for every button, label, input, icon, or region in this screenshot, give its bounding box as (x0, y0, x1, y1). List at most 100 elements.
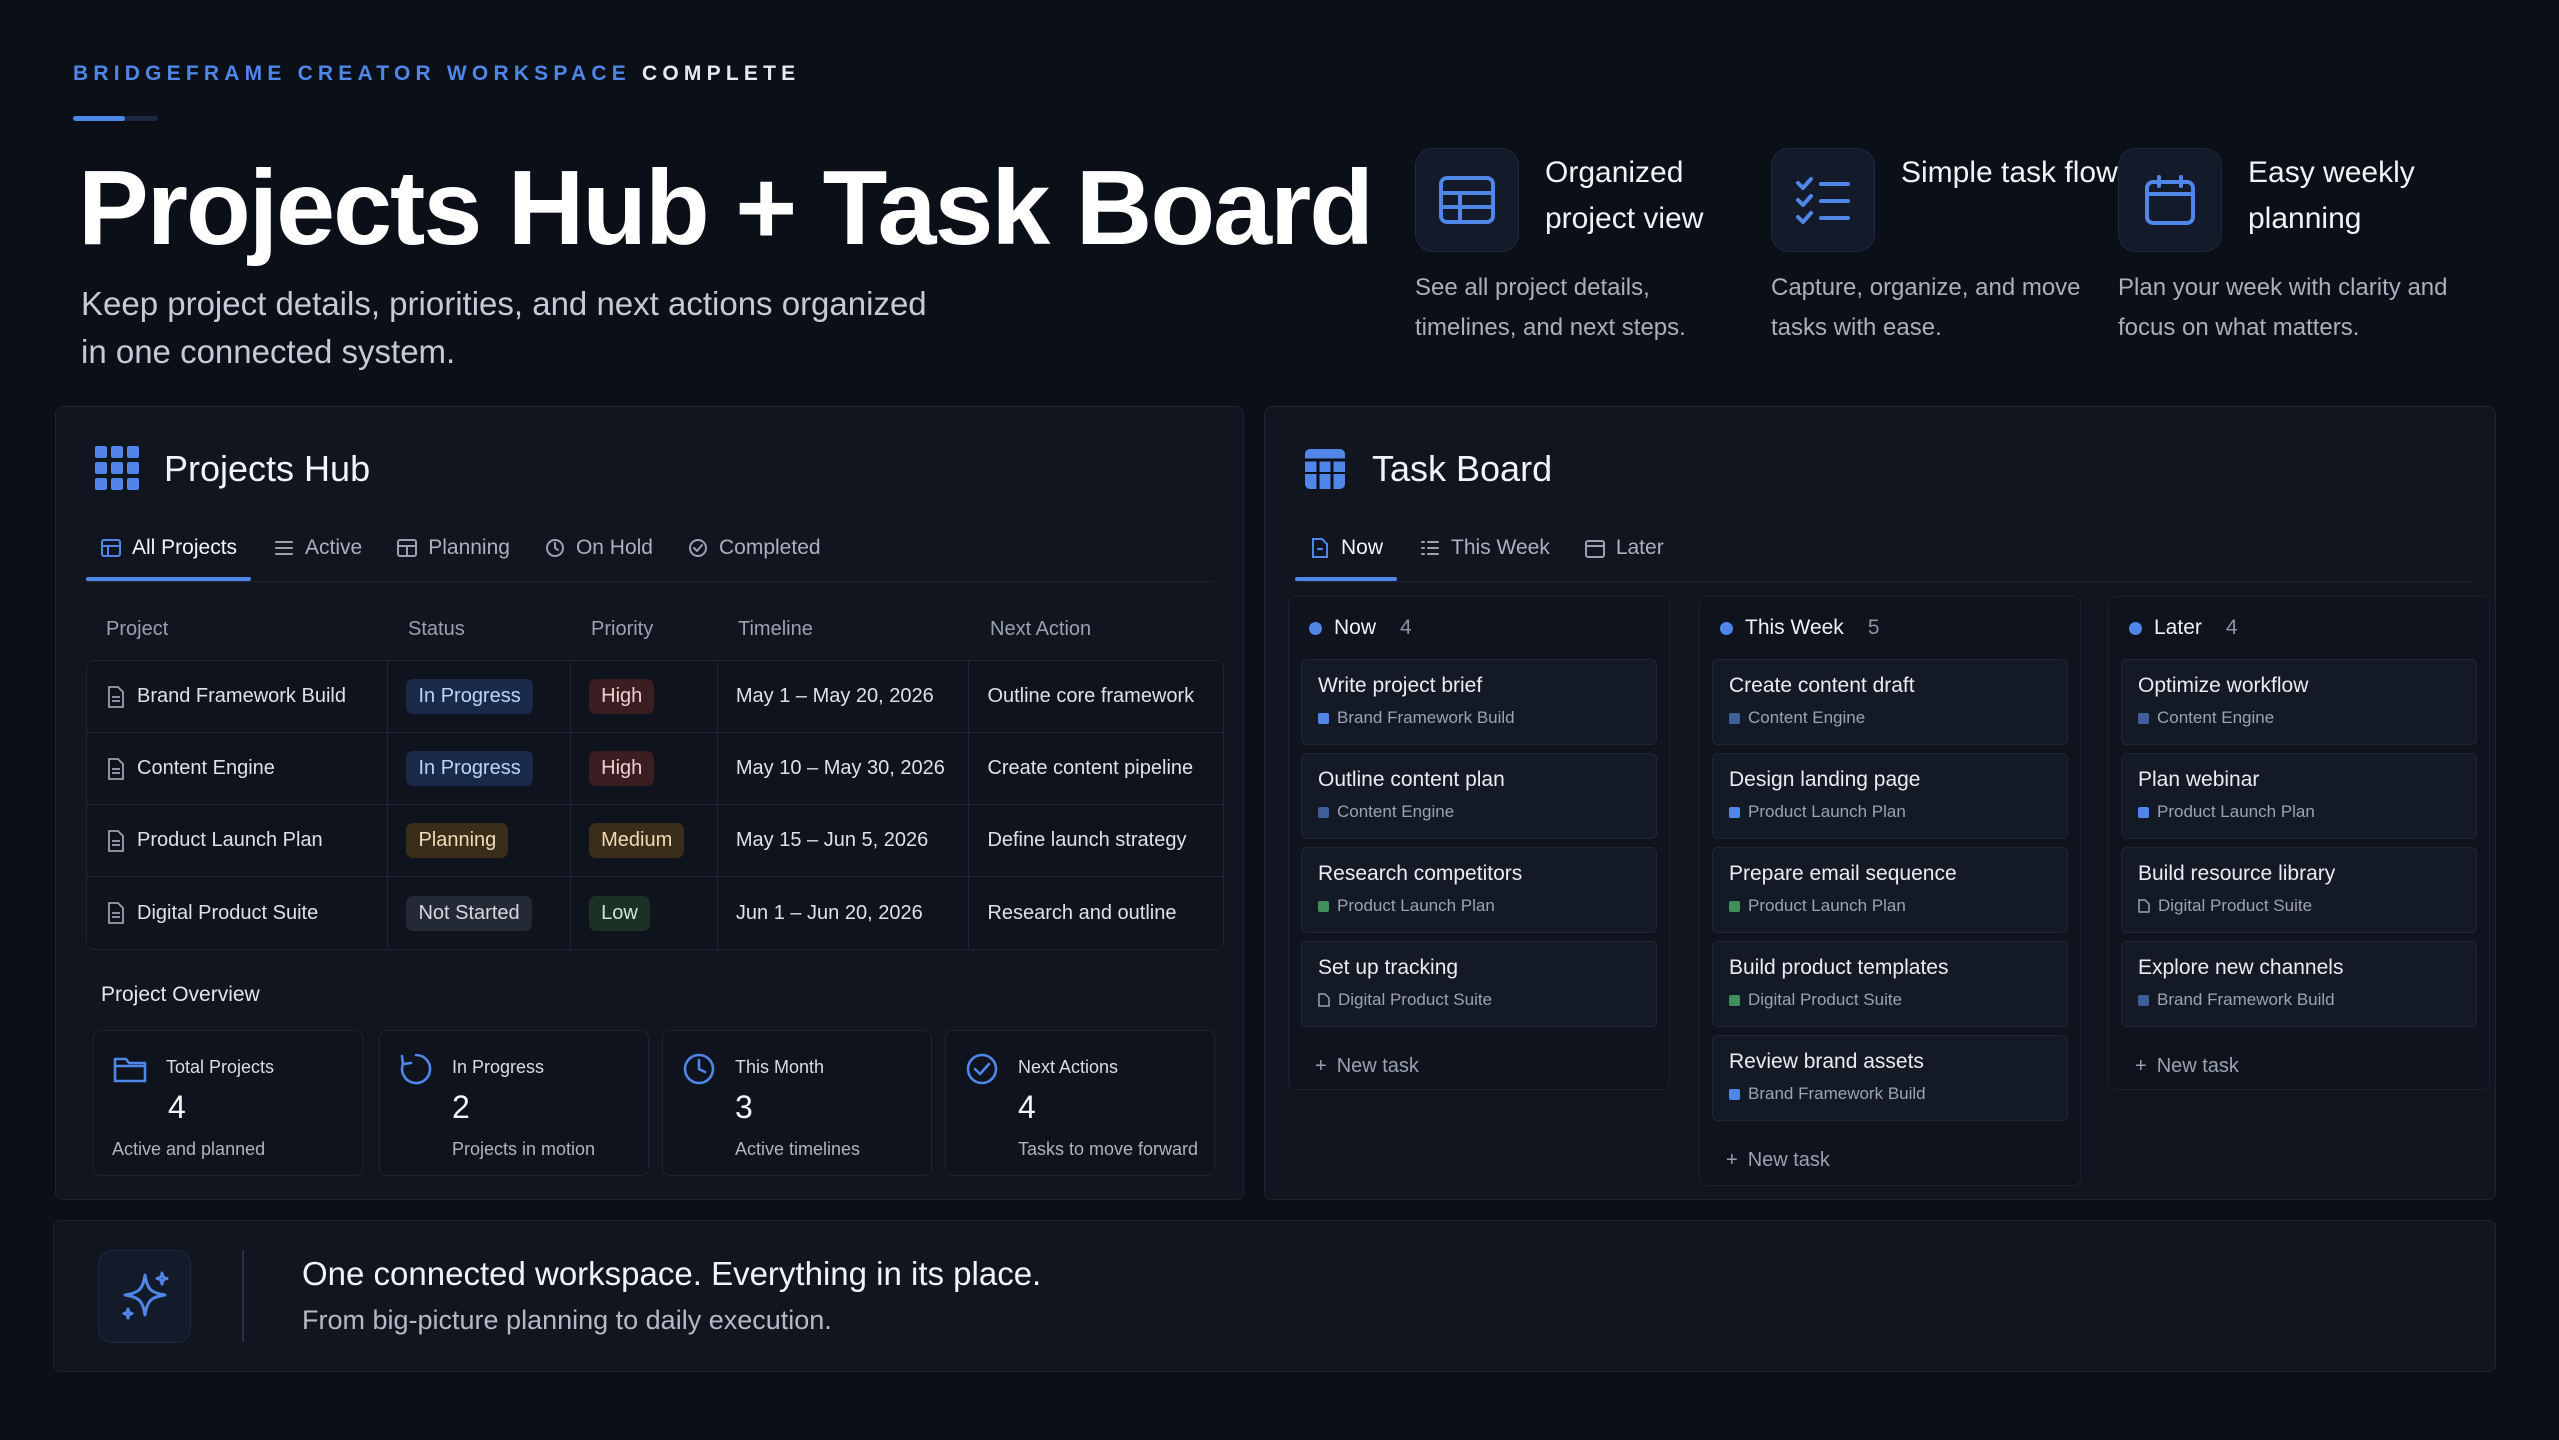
plus-icon: + (2135, 1054, 2147, 1077)
task-board-title: Task Board (1372, 448, 1553, 489)
tab-active[interactable]: Active (259, 515, 376, 581)
tab-label: Now (1341, 536, 1384, 559)
task-title: Set up tracking (1318, 956, 1459, 979)
table-row[interactable]: Product Launch Plan Planning Medium May … (87, 805, 1223, 877)
task-card[interactable]: Optimize workflow Content Engine (2121, 659, 2477, 745)
feature-desc: Capture, organize, and move tasks with e… (1771, 274, 2081, 341)
task-card[interactable]: Research competitors Product Launch Plan (1301, 847, 1657, 933)
overview-title: In Progress (452, 1057, 545, 1077)
feature-desc: See all project details, timelines, and … (1415, 274, 1686, 341)
table-body: Brand Framework Build In Progress High M… (86, 660, 1224, 950)
new-task-button[interactable]: + New task (1289, 1035, 1669, 1097)
task-project: Content Engine (1337, 802, 1455, 821)
table-row[interactable]: Digital Product Suite Not Started Low Ju… (87, 877, 1223, 949)
document-icon (1318, 993, 1330, 1007)
tab-label: Completed (719, 536, 821, 559)
table-header: Project Status Priority Timeline Next Ac… (86, 598, 1224, 660)
status-badge: Planning (406, 823, 509, 858)
task-card[interactable]: Design landing page Product Launch Plan (1712, 753, 2068, 839)
project-tag-icon (1729, 1088, 1740, 1100)
tab-later[interactable]: Later (1570, 515, 1678, 581)
col-priority: Priority (591, 617, 654, 640)
document-icon (2138, 899, 2150, 913)
tab-label: Active (305, 536, 363, 559)
task-project: Product Launch Plan (1748, 802, 1906, 821)
task-card[interactable]: Build resource library Digital Product Su… (2121, 847, 2477, 933)
column-header: Later 4 (2109, 597, 2489, 659)
task-title: Explore new channels (2138, 956, 2344, 979)
clock-icon (683, 1053, 715, 1085)
footer-divider (242, 1250, 244, 1342)
document-icon (108, 757, 124, 780)
next-action: Create content pipeline (987, 757, 1194, 779)
task-project: Product Launch Plan (1748, 896, 1906, 915)
overview-value: 2 (452, 1089, 470, 1125)
task-card[interactable]: Create content draft Content Engine (1712, 659, 2068, 745)
task-card[interactable]: Set up tracking Digital Product Suite (1301, 941, 1657, 1027)
projects-tabs: All Projects Active Planning On Hold Com… (86, 515, 1214, 582)
column-now: Now 4 Write project brief Brand Framework … (1288, 596, 1670, 1090)
clock-icon (545, 539, 564, 557)
next-action: Outline core framework (987, 685, 1195, 707)
grid-icon (95, 446, 139, 495)
calendar-icon (1584, 540, 1605, 558)
new-task-label: New task (1747, 1148, 1830, 1171)
timeline: Jun 1 – Jun 20, 2026 (718, 877, 970, 949)
project-tag-icon (1729, 712, 1740, 724)
status-dot (1309, 621, 1322, 635)
col-timeline: Timeline (738, 617, 813, 640)
new-task-button[interactable]: + New task (1700, 1129, 2080, 1191)
task-card[interactable]: Prepare email sequence Product Launch Pla… (1712, 847, 2068, 933)
task-title: Design landing page (1729, 768, 1921, 791)
table-row[interactable]: Brand Framework Build In Progress High M… (87, 661, 1223, 733)
status-badge: In Progress (406, 679, 533, 714)
task-project: Digital Product Suite (1338, 990, 1493, 1009)
tab-label: Planning (428, 536, 510, 559)
table-row[interactable]: Content Engine In Progress High May 10 –… (87, 733, 1223, 805)
new-task-label: New task (2156, 1054, 2239, 1077)
tab-all-projects[interactable]: All Projects (86, 515, 252, 581)
eyebrow: BRIDGEFRAME CREATOR WORKSPACE COMPLETE (73, 62, 800, 86)
column-name: This Week (1745, 616, 1844, 639)
task-card[interactable]: Build product templates Digital Product S… (1712, 941, 2068, 1027)
footer-subtitle: From big-picture planning to daily execu… (302, 1305, 832, 1335)
task-card[interactable]: Plan webinar Product Launch Plan (2121, 753, 2477, 839)
priority-badge: High (589, 751, 655, 786)
task-card[interactable]: Outline content plan Content Engine (1301, 753, 1657, 839)
column-name: Later (2154, 616, 2202, 639)
task-title: Research competitors (1318, 862, 1523, 885)
page-title: Projects Hub + Task Board (78, 149, 1374, 267)
projects-hub-title: Projects Hub (164, 448, 371, 489)
project-tag-icon (1318, 900, 1329, 912)
tab-this-week[interactable]: This Week (1405, 515, 1564, 581)
task-card[interactable]: Review brand assets Brand Framework Build (1712, 1035, 2068, 1121)
new-task-button[interactable]: + New task (2109, 1035, 2489, 1097)
task-card[interactable]: Write project brief Brand Framework Build (1301, 659, 1657, 745)
task-project: Product Launch Plan (2157, 802, 2315, 821)
feature-title: Organized project view (1545, 156, 1704, 235)
board-icon (397, 539, 418, 557)
tab-planning[interactable]: Planning (382, 515, 524, 581)
column-name: Now (1334, 616, 1377, 639)
tab-label: On Hold (575, 536, 653, 559)
task-title: Optimize workflow (2138, 674, 2309, 697)
task-title: Review brand assets (1729, 1050, 1924, 1073)
overview-title: Total Projects (166, 1057, 275, 1077)
tab-on-hold[interactable]: On Hold (530, 515, 667, 581)
status-badge: Not Started (406, 895, 532, 931)
overview-in-progress: In Progress 2 Projects in motion (379, 1030, 649, 1176)
overview-next-actions: Next Actions 4 Tasks to move forward (945, 1030, 1215, 1176)
project-name: Product Launch Plan (137, 829, 323, 851)
tab-completed[interactable]: Completed (673, 515, 835, 581)
col-status: Status (408, 617, 465, 640)
eyebrow-tail: COMPLETE (642, 62, 801, 85)
footer-title: One connected workspace. Everything in i… (302, 1255, 1042, 1292)
tab-now[interactable]: Now (1295, 515, 1398, 581)
task-card[interactable]: Explore new channels Brand Framework Buil… (2121, 941, 2477, 1027)
task-title: Build product templates (1729, 956, 1949, 979)
list-icon (275, 541, 294, 555)
task-title: Prepare email sequence (1729, 862, 1957, 885)
eyebrow-underline (73, 116, 158, 121)
table-icon (101, 539, 121, 557)
task-project: Digital Product Suite (2158, 896, 2313, 915)
